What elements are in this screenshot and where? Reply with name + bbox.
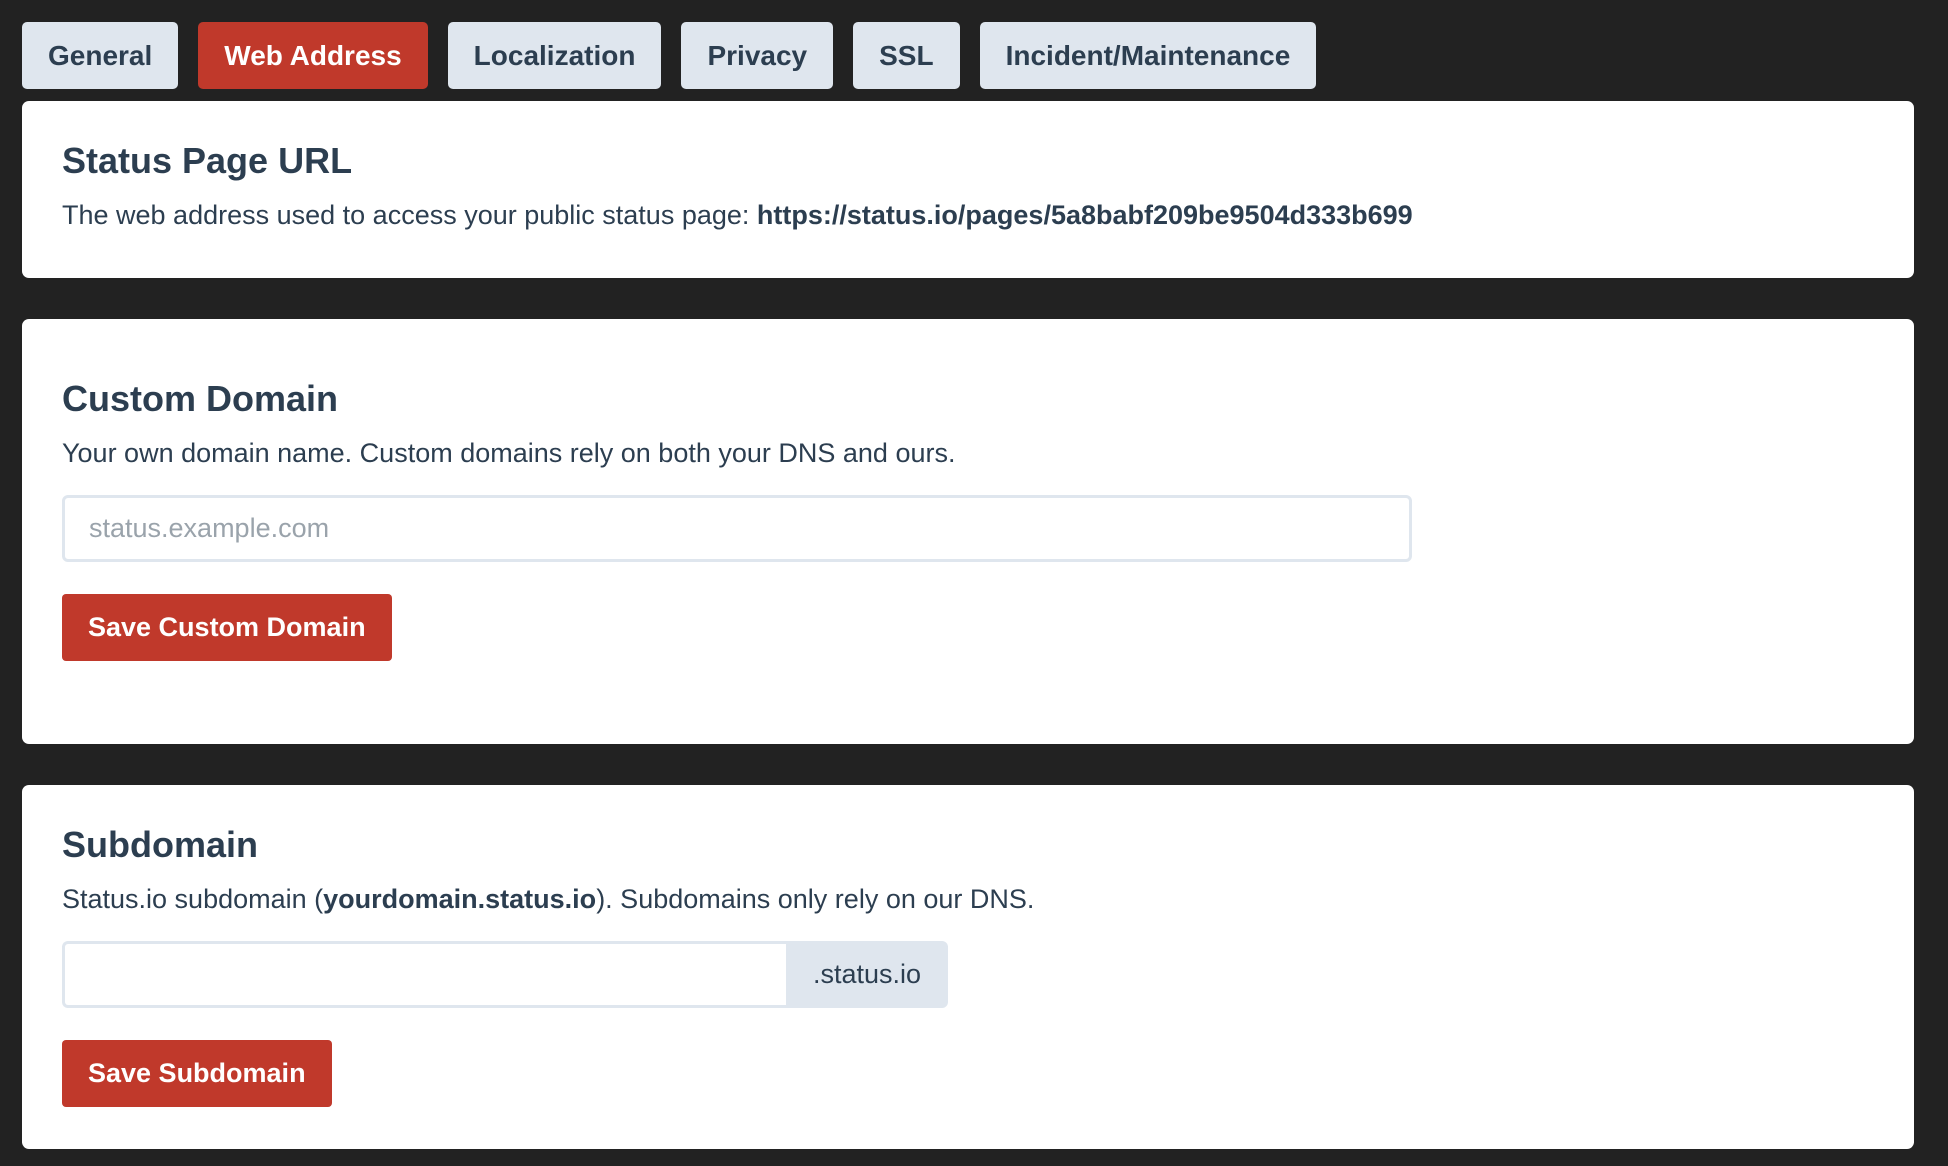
subdomain-input-group: .status.io: [62, 941, 948, 1008]
status-page-url-card: Status Page URL The web address used to …: [22, 101, 1914, 278]
settings-page: General Web Address Localization Privacy…: [0, 0, 1948, 1166]
settings-tabs: General Web Address Localization Privacy…: [22, 22, 1914, 89]
subdomain-desc-suffix: ). Subdomains only rely on our DNS.: [596, 884, 1035, 914]
subdomain-suffix-addon: .status.io: [786, 941, 948, 1008]
subdomain-input[interactable]: [62, 941, 786, 1008]
status-page-url-description: The web address used to access your publ…: [62, 197, 1874, 233]
save-custom-domain-button[interactable]: Save Custom Domain: [62, 594, 392, 661]
custom-domain-title: Custom Domain: [62, 378, 339, 419]
custom-domain-card: Custom Domain Your own domain name. Cust…: [22, 319, 1914, 744]
tab-incident-maintenance[interactable]: Incident/Maintenance: [979, 22, 1317, 89]
subdomain-desc-example: yourdomain.status.io: [323, 884, 597, 914]
tab-privacy[interactable]: Privacy: [681, 22, 834, 89]
tab-ssl[interactable]: SSL: [853, 22, 960, 89]
save-subdomain-button[interactable]: Save Subdomain: [62, 1040, 332, 1107]
status-page-url-value: https://status.io/pages/5a8babf209be9504…: [756, 200, 1413, 230]
custom-domain-description: Your own domain name. Custom domains rel…: [62, 438, 956, 468]
subdomain-desc-prefix: Status.io subdomain (: [62, 884, 324, 914]
subdomain-card: Subdomain Status.io subdomain (yourdomai…: [22, 785, 1914, 1149]
tab-web-address[interactable]: Web Address: [198, 22, 428, 89]
status-page-url-desc-text: The web address used to access your publ…: [62, 200, 757, 230]
custom-domain-input[interactable]: [62, 495, 1412, 562]
subdomain-description: Status.io subdomain (yourdomain.status.i…: [62, 881, 1874, 917]
tab-localization[interactable]: Localization: [447, 22, 662, 89]
status-page-url-title: Status Page URL: [62, 140, 353, 181]
subdomain-title: Subdomain: [62, 824, 258, 865]
tab-general[interactable]: General: [22, 22, 179, 89]
